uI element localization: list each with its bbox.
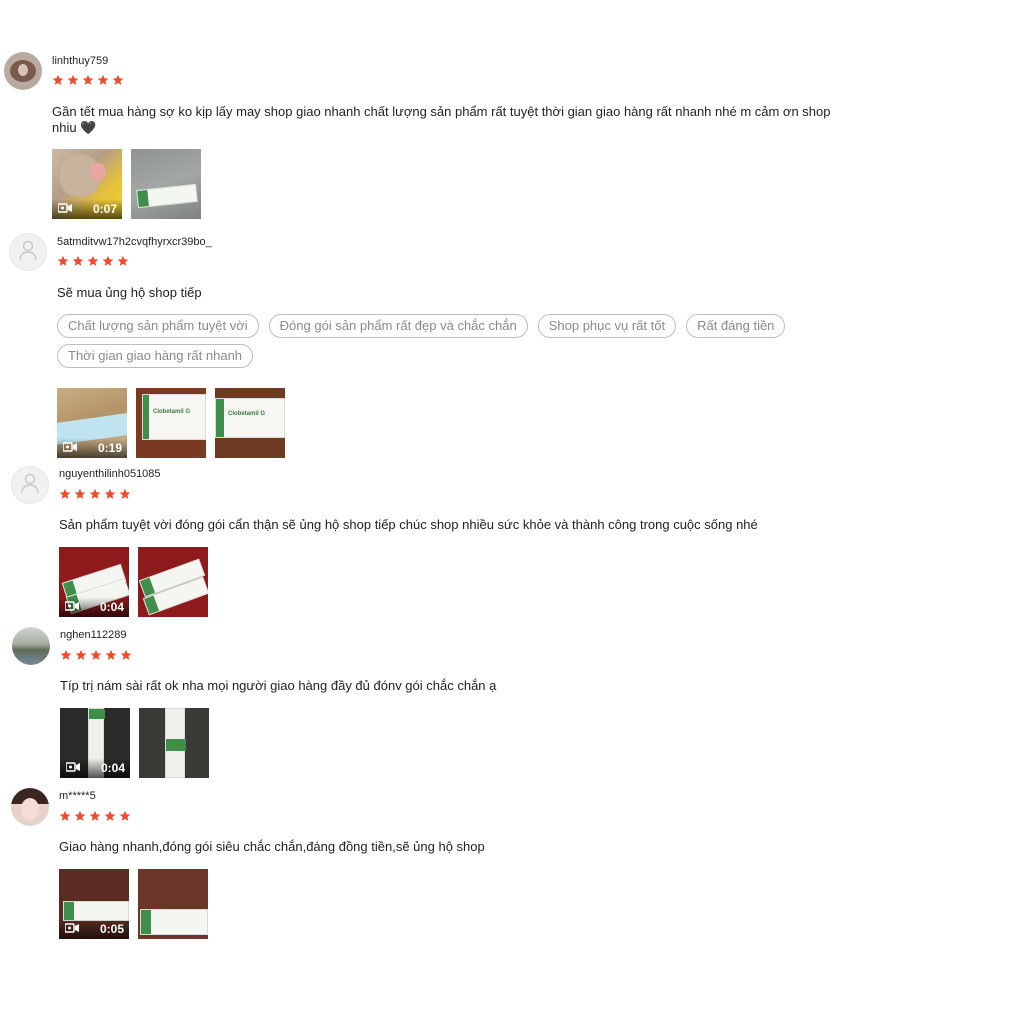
review-tag: Rất đáng tiền: [686, 314, 786, 338]
video-thumbnail[interactable]: 0:19: [57, 388, 127, 458]
video-camera-icon: [65, 759, 80, 777]
star-icon: [57, 255, 69, 266]
image-thumbnail[interactable]: [139, 708, 209, 778]
video-camera-icon: [62, 439, 77, 457]
username[interactable]: m*****5: [59, 790, 96, 802]
review-comment: Giao hàng nhanh,đóng gói siêu chắc chắn,…: [59, 839, 485, 854]
user-silhouette-icon: [19, 472, 41, 499]
star-icon: [52, 74, 64, 85]
video-duration: 0:07: [92, 202, 117, 216]
user-silhouette-icon: [17, 239, 39, 266]
video-camera-icon: [57, 200, 72, 218]
star-icon: [119, 810, 131, 821]
rating-stars: [59, 488, 131, 500]
avatar[interactable]: [11, 466, 49, 504]
star-icon: [89, 488, 101, 499]
star-icon: [74, 810, 86, 821]
review-tag: Chất lượng sản phẩm tuyệt vời: [57, 314, 259, 338]
star-icon: [59, 488, 71, 499]
star-icon: [97, 74, 109, 85]
star-icon: [82, 74, 94, 85]
review-comment: Sẽ mua ủng hộ shop tiếp: [57, 285, 202, 300]
video-thumbnail[interactable]: 0:05: [59, 869, 129, 939]
username[interactable]: 5atmditvw17h2cvqfhyrxcr39bo_: [57, 236, 212, 248]
username[interactable]: linhthuy759: [52, 55, 108, 67]
video-thumbnail[interactable]: 0:07: [52, 149, 122, 219]
star-icon: [102, 255, 114, 266]
star-icon: [74, 488, 86, 499]
image-thumbnail[interactable]: Clobetamil G: [136, 388, 206, 458]
star-icon: [67, 74, 79, 85]
review-tag: Shop phục vụ rất tốt: [537, 314, 677, 338]
star-icon: [87, 255, 99, 266]
avatar[interactable]: [12, 627, 50, 665]
video-duration: 0:05: [99, 922, 124, 936]
review-comment: Gần tết mua hàng sợ ko kịp lấy may shop …: [52, 104, 831, 135]
star-icon: [59, 810, 71, 821]
rating-stars: [60, 649, 132, 661]
video-camera-icon: [64, 598, 79, 616]
review-tags: Chất lượng sản phẩm tuyệt vời Đóng gói sả…: [57, 314, 847, 368]
rating-stars: [59, 810, 131, 822]
star-icon: [120, 649, 132, 660]
review-tag: Đóng gói sản phẩm rất đẹp và chắc chắn: [268, 314, 528, 338]
product-label: Clobetamil G: [228, 411, 266, 417]
image-thumbnail[interactable]: Clobetamil G: [215, 388, 285, 458]
star-icon: [75, 649, 87, 660]
avatar[interactable]: [11, 788, 49, 826]
star-icon: [104, 488, 116, 499]
star-icon: [119, 488, 131, 499]
star-icon: [112, 74, 124, 85]
review-media: 0:04: [60, 708, 209, 778]
video-thumbnail[interactable]: 0:04: [59, 547, 129, 617]
review-tag: Thời gian giao hàng rất nhanh: [57, 344, 254, 368]
image-thumbnail[interactable]: [138, 547, 208, 617]
star-icon: [72, 255, 84, 266]
avatar[interactable]: [9, 233, 47, 271]
avatar[interactable]: [4, 52, 42, 90]
star-icon: [60, 649, 72, 660]
product-label: Clobetamil G: [153, 409, 191, 415]
rating-stars: [52, 74, 124, 86]
review-comment: Sản phẩm tuyệt vời đóng gói cẩn thận sẽ …: [59, 517, 758, 532]
review-media: 0:04: [59, 547, 208, 617]
star-icon: [104, 810, 116, 821]
review-comment: Típ trị nám sài rất ok nha mọi người gia…: [60, 678, 497, 693]
video-duration: 0:04: [100, 761, 125, 775]
star-icon: [117, 255, 129, 266]
video-thumbnail[interactable]: 0:04: [60, 708, 130, 778]
review-media: 0:19 Clobetamil G Clobetamil G: [57, 388, 285, 458]
image-thumbnail[interactable]: [131, 149, 201, 219]
review-media: 0:05: [59, 869, 208, 939]
video-duration: 0:04: [99, 600, 124, 614]
image-thumbnail[interactable]: [138, 869, 208, 939]
video-duration: 0:19: [97, 441, 122, 455]
video-camera-icon: [64, 920, 79, 938]
username[interactable]: nguyenthilinh051085: [59, 468, 161, 480]
rating-stars: [57, 255, 129, 267]
star-icon: [105, 649, 117, 660]
star-icon: [90, 649, 102, 660]
review-media: 0:07: [52, 149, 201, 219]
star-icon: [89, 810, 101, 821]
username[interactable]: nghen112289: [60, 629, 126, 641]
